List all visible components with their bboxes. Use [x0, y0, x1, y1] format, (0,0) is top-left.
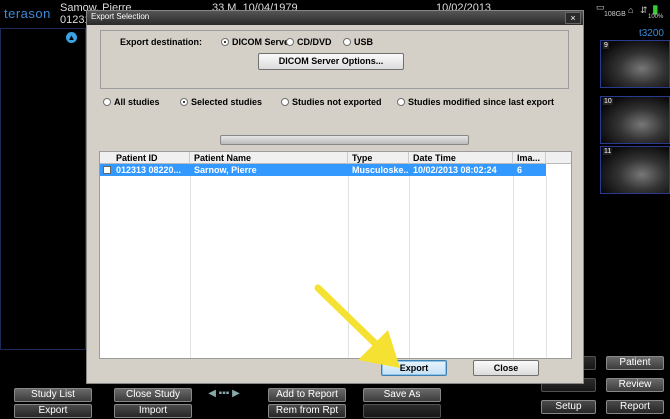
table-row[interactable]: 012313 08220... Sarnow, Pierre Musculosk… — [100, 164, 546, 176]
radio-icon — [397, 98, 405, 106]
column-divider — [513, 176, 514, 358]
column-divider — [190, 176, 191, 358]
radio-icon — [103, 98, 111, 106]
setup-button[interactable]: Setup — [541, 400, 596, 414]
column-header-images[interactable]: Ima... — [513, 152, 546, 164]
destination-dicom-radio[interactable]: DICOM Server — [221, 37, 293, 47]
column-divider — [546, 176, 547, 358]
radio-icon — [180, 98, 188, 106]
study-list-button[interactable]: Study List — [14, 388, 92, 402]
row-checkbox[interactable] — [103, 166, 111, 174]
destination-label: Export destination: — [120, 37, 203, 47]
status-icons: ▭ 108GB ⌂ ⇵ ▮ 100% — [594, 2, 670, 22]
close-study-button[interactable]: Close Study — [114, 388, 192, 402]
thumbnail-image[interactable]: 11 — [600, 146, 670, 194]
thumbnail-image[interactable]: 9 — [600, 40, 670, 88]
network-icon: ⌂ — [628, 5, 634, 15]
column-divider — [409, 176, 410, 358]
dicom-server-options-button[interactable]: DICOM Server Options... — [258, 53, 404, 70]
usb-icon: ⇵ — [640, 5, 648, 15]
close-button[interactable]: Close — [473, 360, 539, 376]
column-header-type[interactable]: Type — [348, 152, 409, 164]
radio-icon — [286, 38, 294, 46]
export-button[interactable]: Export — [381, 360, 447, 376]
filter-all-radio[interactable]: All studies — [103, 97, 160, 107]
filter-selected-radio[interactable]: Selected studies — [180, 97, 262, 107]
dialog-title: Export Selection — [91, 12, 150, 21]
import-button[interactable]: Import — [114, 404, 192, 418]
table-header: Patient ID Patient Name Type Date Time I… — [100, 152, 571, 164]
export-selection-dialog: Export Selection × Export destination: D… — [86, 10, 584, 384]
disabled-button — [363, 404, 441, 418]
add-to-report-button[interactable]: Add to Report — [268, 388, 346, 402]
column-header-patient-id[interactable]: Patient ID — [112, 152, 190, 164]
report-button[interactable]: Report — [606, 400, 664, 414]
filter-not-exported-radio[interactable]: Studies not exported — [281, 97, 382, 107]
column-header-patient-name[interactable]: Patient Name — [190, 152, 348, 164]
thumbnail-image[interactable]: 10 — [600, 96, 670, 144]
dialog-titlebar[interactable]: Export Selection × — [87, 11, 583, 25]
column-header-date-time[interactable]: Date Time — [409, 152, 513, 164]
navigation-arrows-icon[interactable]: ◀ ▪▪▪ ▶ — [200, 388, 248, 410]
radio-icon — [221, 38, 229, 46]
destination-usb-radio[interactable]: USB — [343, 37, 373, 47]
column-divider — [348, 176, 349, 358]
radio-icon — [343, 38, 351, 46]
cell-patient-id: 012313 08220... — [116, 165, 182, 175]
brand-logo: terason — [4, 6, 51, 21]
review-button[interactable]: Review — [606, 378, 664, 392]
export-progress-bar — [220, 135, 469, 145]
storage-label: 108GB — [604, 11, 626, 18]
cell-images: 6 — [517, 165, 523, 175]
left-panel — [0, 28, 86, 350]
close-icon[interactable]: × — [565, 12, 581, 24]
cell-date-time: 10/02/2013 08:02:24 — [413, 165, 497, 175]
cell-type: Musculoske... — [352, 165, 409, 175]
remove-from-report-button[interactable]: Rem from Rpt — [268, 404, 346, 418]
filter-modified-radio[interactable]: Studies modified since last export — [397, 97, 554, 107]
studies-table: Patient ID Patient Name Type Date Time I… — [99, 151, 572, 359]
radio-icon — [281, 98, 289, 106]
info-icon[interactable]: ▲ — [66, 32, 77, 43]
destination-group: Export destination: DICOM Server CD/DVD … — [100, 30, 569, 89]
patient-button[interactable]: Patient — [606, 356, 664, 370]
battery-label: 100% — [648, 14, 664, 20]
destination-cddvd-radio[interactable]: CD/DVD — [286, 37, 332, 47]
save-as-button[interactable]: Save As — [363, 388, 441, 402]
export-button-bg[interactable]: Export — [14, 404, 92, 418]
cell-patient-name: Sarnow, Pierre — [194, 165, 257, 175]
